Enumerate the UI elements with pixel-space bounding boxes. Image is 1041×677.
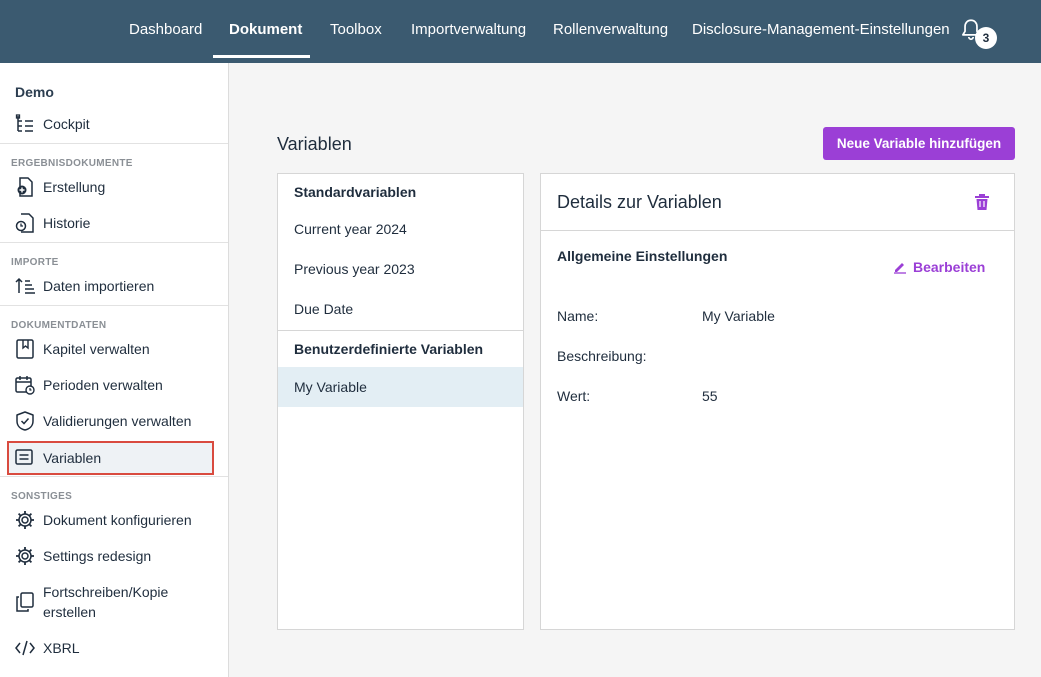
field-label-name: Name: [557,308,599,324]
sidebar-item-label: Perioden verwalten [43,377,163,393]
calendar-clock-icon [15,376,35,395]
gear-icon [16,547,34,565]
variable-details-panel: Details zur Variablen Allgemeine Einstel… [540,173,1015,630]
list-item-selected[interactable]: My Variable [278,367,523,407]
sidebar-item-validierungen-verwalten[interactable]: Validierungen verwalten [14,409,191,433]
section-dokumentdaten: DOKUMENTDATEN [11,320,107,331]
sidebar-item-settings-redesign[interactable]: Settings redesign [14,544,151,568]
sidebar-item-label: Historie [43,215,91,231]
document-create-icon [17,177,33,197]
sidebar-item-daten-importieren[interactable]: Daten importieren [14,274,154,298]
page-title: Variablen [277,134,352,154]
sidebar-item-label: Dokument konfigurieren [43,512,192,528]
section-sonstiges: SONSTIGES [11,491,73,502]
sidebar-item-erstellung[interactable]: Erstellung [14,175,105,199]
sort-import-icon [15,277,35,294]
top-navigation-bar: Dashboard Dokument Toolbox Importverwalt… [0,0,1041,63]
sidebar-item-label: Validierungen verwalten [43,413,192,429]
sidebar-item-label: XBRL [43,640,80,656]
copy-icon [16,592,34,612]
sidebar-item-label: Fortschreiben/Kopie erstellen [43,582,168,622]
nav-toolbox[interactable]: Toolbox [330,0,382,63]
section-ergebnisdokumente: ERGEBNISDOKUMENTE [11,158,133,169]
field-label-wert: Wert: [557,388,591,404]
shield-check-icon [16,411,34,431]
nav-rollenverwaltung[interactable]: Rollenverwaltung [553,0,668,63]
field-label-beschreibung: Beschreibung: [557,348,647,364]
sidebar-divider [0,305,228,306]
list-item[interactable]: Due Date [278,289,523,329]
sidebar-divider [0,143,228,144]
sidebar-item-label-line1: Fortschreiben/Kopie [43,584,169,600]
nav-dashboard[interactable]: Dashboard [129,0,202,63]
nav-dokument[interactable]: Dokument [229,0,302,63]
sidebar-item-label-line2: erstellen [43,604,96,620]
sidebar-item-fortschreiben-kopie[interactable]: Fortschreiben/Kopie erstellen [14,580,168,624]
list-item[interactable]: Previous year 2023 [278,249,523,289]
field-value-wert: 55 [702,388,718,404]
code-icon [15,640,35,656]
sidebar-divider [0,242,228,243]
document-history-icon [15,213,34,233]
notification-badge: 3 [975,27,997,49]
details-divider [541,230,1014,231]
gear-icon [16,511,34,529]
sidebar-item-xbrl[interactable]: XBRL [14,636,80,660]
tree-list-icon [15,114,33,132]
sidebar-item-perioden-verwalten[interactable]: Perioden verwalten [14,373,163,397]
sidebar-item-label: Daten importieren [43,278,155,294]
bookmark-book-icon [16,339,34,359]
sidebar: Demo Cockpit ERGEBNISDOKUMENTE Erstellun… [0,63,229,677]
sidebar-item-label: Cockpit [43,116,90,132]
sidebar-item-historie[interactable]: Historie [14,211,90,235]
list-header-custom: Benutzerdefinierte Variablen [294,341,484,357]
add-variable-button[interactable]: Neue Variable hinzufügen [823,127,1015,160]
sidebar-item-kapitel-verwalten[interactable]: Kapitel verwalten [14,337,150,361]
nav-importverwaltung[interactable]: Importverwaltung [411,0,526,63]
sidebar-item-label: Kapitel verwalten [43,341,150,357]
variable-list-panel: Standardvariablen Current year 2024 Prev… [277,173,524,630]
sidebar-item-cockpit[interactable]: Cockpit [14,112,90,136]
nav-disclosure-management[interactable]: Disclosure-Management-Einstellungen [692,0,950,63]
list-header-standard: Standardvariablen [294,184,417,200]
sidebar-divider [0,476,228,477]
edit-button-label: Bearbeiten [913,259,986,275]
variable-list-icon [15,449,33,465]
nav-active-indicator [213,55,310,58]
sidebar-item-label: Erstellung [43,179,106,195]
sidebar-item-label: Variablen [43,450,102,466]
details-title: Details zur Variablen [557,192,722,212]
field-value-name: My Variable [702,308,775,324]
sidebar-item-dokument-konfigurieren[interactable]: Dokument konfigurieren [14,508,192,532]
trash-icon[interactable] [974,193,990,211]
general-settings-title: Allgemeine Einstellungen [557,248,728,264]
edit-button[interactable]: Bearbeiten [893,259,985,275]
list-item[interactable]: Current year 2024 [278,209,523,249]
project-name: Demo [15,84,54,100]
sidebar-item-label: Settings redesign [43,548,152,564]
pencil-icon [894,263,906,274]
sidebar-item-variablen-content[interactable]: Variablen [14,446,101,470]
section-importe: IMPORTE [11,257,59,268]
list-divider [278,330,523,331]
